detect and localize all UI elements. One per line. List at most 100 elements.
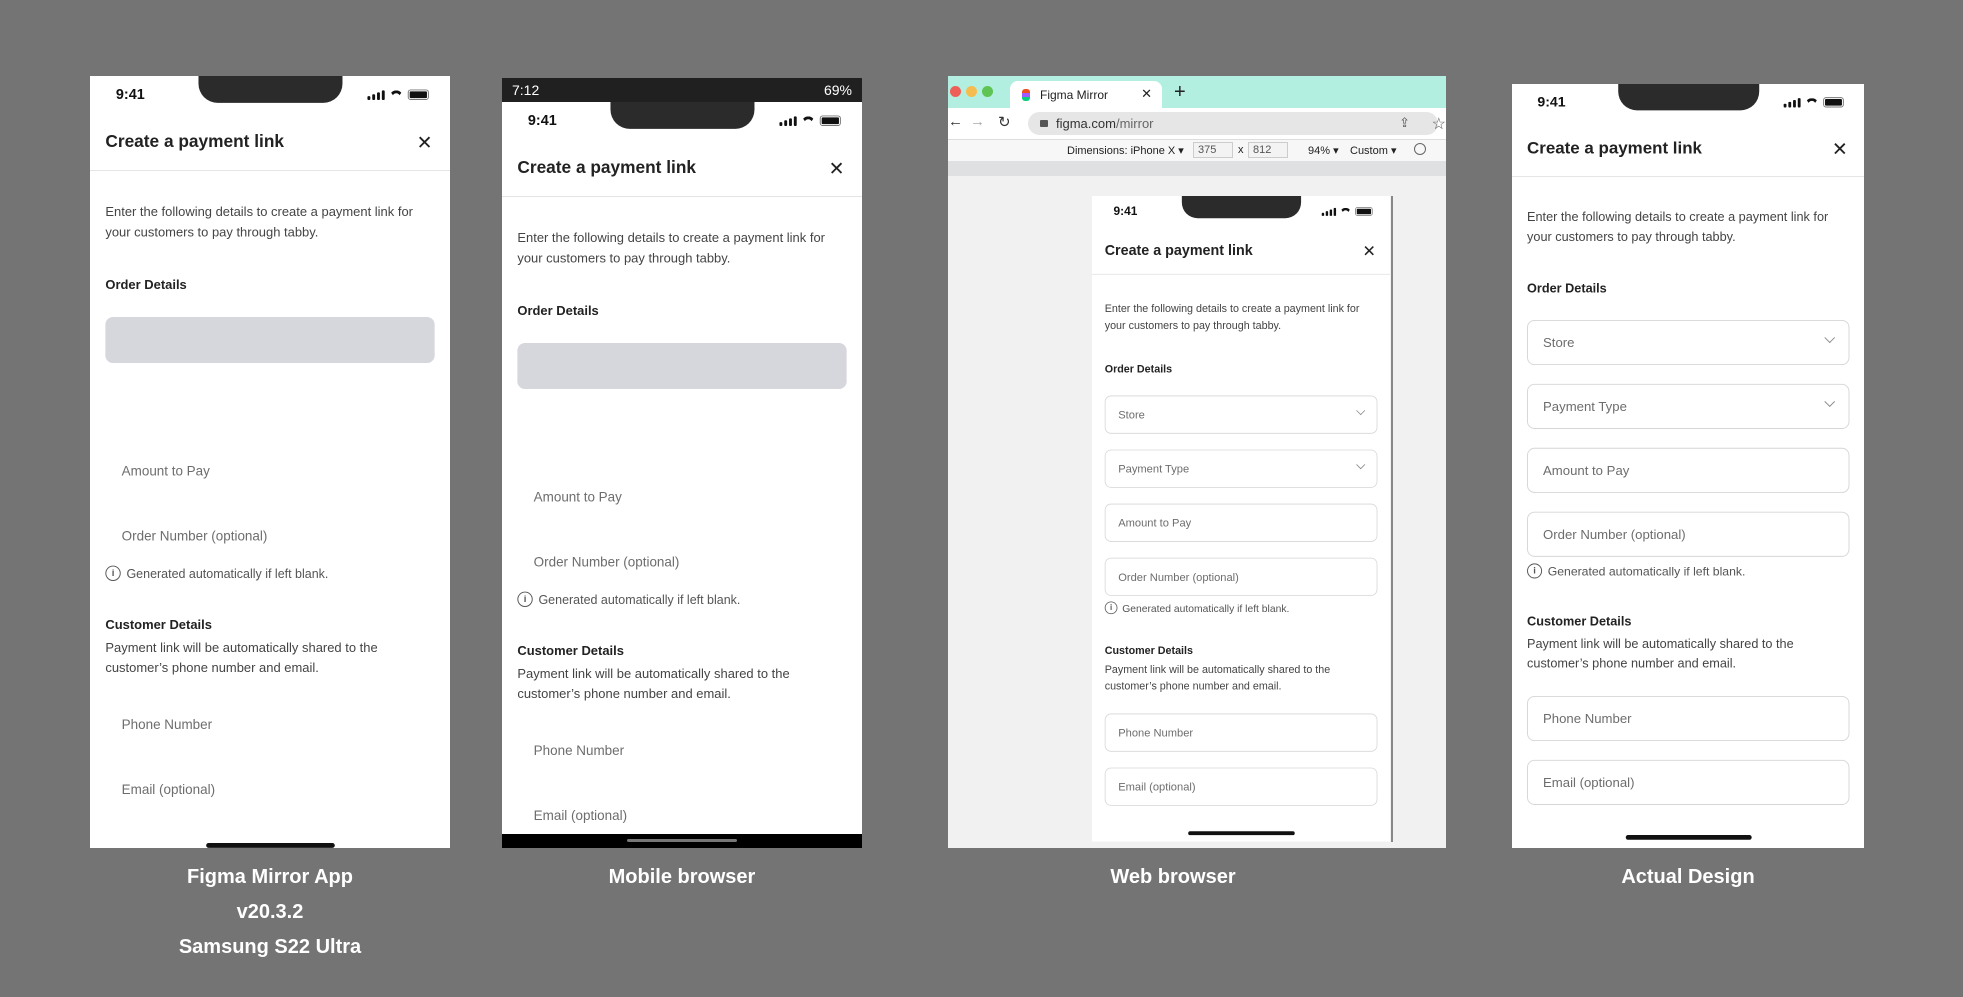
caption-line: v20.3.2 <box>236 901 304 923</box>
caption-actual-design: Actual Design <box>1621 866 1755 888</box>
home-indicator <box>1625 835 1752 840</box>
signal-icon <box>367 90 385 100</box>
reload-icon[interactable]: ↻ <box>998 113 1011 131</box>
email-input[interactable]: Email (optional) <box>105 766 434 812</box>
order-number-helper: i Generated automatically if left blank. <box>105 565 329 581</box>
home-indicator <box>1188 831 1295 836</box>
phone-input[interactable]: Phone Number <box>517 727 846 773</box>
wifi-icon <box>1805 98 1819 108</box>
phone-screen: 9:41 Create a payment link ✕ Enter the foll… <box>1092 196 1391 842</box>
caption-line: Figma Mirror App <box>187 866 353 888</box>
status-time: 9:41 <box>115 86 145 103</box>
rotate-icon[interactable] <box>1414 143 1426 155</box>
tab-figma-mirror[interactable]: Figma Mirror ✕ <box>1010 81 1162 108</box>
back-icon[interactable]: ← <box>948 113 963 130</box>
phone-input[interactable]: Phone Number <box>1104 713 1378 752</box>
close-window-button[interactable] <box>950 86 961 97</box>
amount-input[interactable]: Amount to Pay <box>1527 447 1850 493</box>
signal-icon <box>1321 207 1337 216</box>
order-details-heading: Order Details <box>517 303 599 318</box>
new-tab-button[interactable]: + <box>1174 81 1186 104</box>
order-number-input[interactable]: Order Number (optional) <box>105 513 434 559</box>
signal-icon <box>1783 98 1801 108</box>
wifi-icon <box>801 116 815 126</box>
close-icon[interactable]: ✕ <box>417 131 433 155</box>
store-select[interactable]: Store <box>1527 319 1850 366</box>
info-icon: i <box>517 591 533 607</box>
email-input[interactable]: Email (optional) <box>517 792 846 838</box>
lock-icon <box>1040 120 1048 127</box>
zoom-select[interactable]: 94% ▾ <box>1308 144 1339 157</box>
order-details-heading: Order Details <box>1104 362 1173 375</box>
tab-strip: Figma Mirror ✕ + <box>948 76 1446 108</box>
throttle-select[interactable]: Custom ▾ <box>1350 144 1396 157</box>
minimize-window-button[interactable] <box>966 86 977 97</box>
phone-screen: 9:41 Create a payment link ✕ Enter the foll… <box>1512 84 1864 848</box>
width-input[interactable]: 375 <box>1193 142 1233 158</box>
customer-description: Payment link will be automatically share… <box>105 640 378 675</box>
close-icon[interactable]: ✕ <box>1832 138 1848 162</box>
order-number-input[interactable]: Order Number (optional) <box>517 539 846 585</box>
dimensions-select[interactable]: Dimensions: iPhone X ▾ <box>1067 144 1184 157</box>
android-time: 7:12 <box>512 82 540 98</box>
amount-input[interactable]: Amount to Pay <box>1104 503 1378 542</box>
chevron-down-icon <box>1824 332 1836 344</box>
store-select-placeholder-block[interactable] <box>517 342 847 390</box>
chevron-down-icon <box>1824 396 1836 408</box>
battery-icon <box>407 89 429 100</box>
page-title: Create a payment link <box>517 157 696 177</box>
url-path: /mirror <box>1115 116 1154 131</box>
order-number-helper: i Generated automatically if left blank. <box>517 591 740 607</box>
maximize-window-button[interactable] <box>982 86 993 97</box>
android-status-bar: 7:12 69% <box>502 78 862 102</box>
form-description: Enter the following details to create a … <box>1527 209 1829 244</box>
email-input[interactable]: Email (optional) <box>1527 759 1850 805</box>
payment-type-select[interactable]: Payment Type <box>1527 383 1850 429</box>
phone-input[interactable]: Phone Number <box>105 701 434 747</box>
phone-input[interactable]: Phone Number <box>1527 695 1850 742</box>
status-time: 9:41 <box>527 112 557 129</box>
signal-icon <box>779 116 797 126</box>
forward-icon[interactable]: → <box>970 113 985 130</box>
chevron-down-icon <box>1356 460 1366 470</box>
helper-text: Generated automatically if left blank. <box>1122 601 1290 614</box>
media-query-ruler <box>948 161 1446 176</box>
customer-description: Payment link will be automatically share… <box>517 666 790 701</box>
info-icon: i <box>1104 601 1118 615</box>
order-number-input[interactable]: Order Number (optional) <box>1104 557 1378 596</box>
helper-text: Generated automatically if left blank. <box>126 566 329 581</box>
figma-app-panel: 9:41 Create a payment link ✕ Enter the foll… <box>90 76 450 848</box>
height-input[interactable]: 812 <box>1248 142 1288 158</box>
status-time: 9:41 <box>1113 204 1138 219</box>
close-icon[interactable]: ✕ <box>1362 241 1375 261</box>
close-icon[interactable]: ✕ <box>829 157 845 181</box>
notch <box>610 102 755 129</box>
amount-input[interactable]: Amount to Pay <box>105 448 434 494</box>
status-icons <box>1783 97 1844 108</box>
info-icon: i <box>1527 563 1543 579</box>
payment-type-select[interactable]: Payment Type <box>1104 449 1378 488</box>
close-tab-icon[interactable]: ✕ <box>1141 86 1152 102</box>
actual-design-panel: 9:41 Create a payment link ✕ Enter the foll… <box>1512 84 1864 848</box>
page-title: Create a payment link <box>1527 138 1702 158</box>
email-input[interactable]: Email (optional) <box>1104 767 1378 806</box>
amount-input[interactable]: Amount to Pay <box>517 474 846 520</box>
store-select-placeholder-block[interactable] <box>105 316 435 364</box>
address-row: ← → ↻ figma.com/mirror ⇪ ☆ <box>948 108 1446 139</box>
order-number-input[interactable]: Order Number (optional) <box>1527 511 1850 557</box>
url-domain: figma.com <box>1056 116 1116 131</box>
address-bar[interactable]: figma.com/mirror ⇪ <box>1028 112 1438 135</box>
tab-title: Figma Mirror <box>1040 87 1108 102</box>
battery-icon <box>1823 97 1844 108</box>
times-label: x <box>1238 144 1244 156</box>
phone-screen: 9:41 Create a payment link ✕ Enter the foll… <box>90 76 450 848</box>
share-icon[interactable]: ⇪ <box>1399 115 1410 131</box>
bookmark-star-icon[interactable]: ☆ <box>1432 114 1446 134</box>
mobile-browser-panel: 7:12 69% 9:41 Create a payment link ✕ Enter… <box>502 78 862 848</box>
form-description: Enter the following details to create a … <box>517 230 825 265</box>
customer-details-heading: Customer Details <box>1527 614 1632 629</box>
store-select[interactable]: Store <box>1104 395 1378 434</box>
form-description: Enter the following details to create a … <box>1104 302 1360 331</box>
phone-screen: 9:41 Create a payment link ✕ Enter the foll… <box>502 102 862 848</box>
battery-icon <box>1355 207 1373 216</box>
